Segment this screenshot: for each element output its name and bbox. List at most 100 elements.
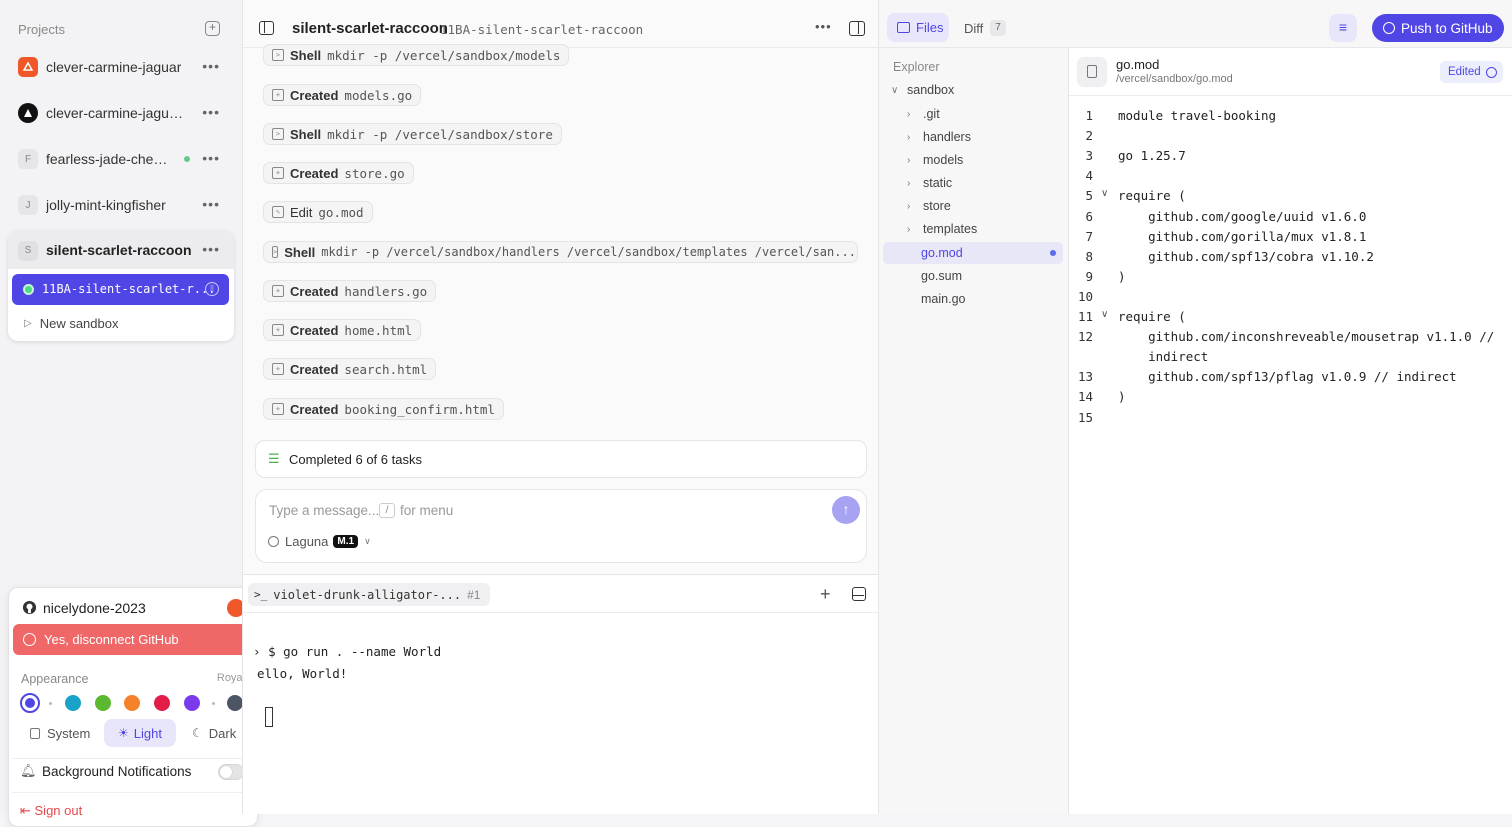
fold-chevron-icon[interactable]: ∨ (1101, 309, 1108, 320)
disconnect-github-button[interactable]: Yes, disconnect GitHub (13, 624, 253, 655)
theme-swatch[interactable] (124, 695, 140, 711)
model-icon (268, 536, 279, 547)
terminal-output: ello, World! (257, 666, 348, 681)
sun-icon: ☀ (118, 726, 129, 740)
more-icon[interactable]: ••• (202, 58, 220, 74)
tree-file[interactable]: main.go (879, 288, 1069, 310)
terminal-icon: > (272, 128, 284, 140)
tree-file-selected[interactable]: go.mod (883, 242, 1063, 264)
theme-name: Royal (216, 672, 245, 684)
tree-folder-root[interactable]: ∨ sandbox (879, 79, 1069, 101)
step-arg: handlers.go (344, 283, 428, 299)
tab-diff[interactable]: Diff (964, 21, 983, 36)
file-name: go.sum (921, 269, 962, 283)
tree-folder[interactable]: › templates (879, 218, 1069, 240)
panel-toggle-icon[interactable] (849, 21, 865, 36)
project-item[interactable]: F fearless-jade-cheet... ••• (8, 140, 234, 178)
appearance-label: Appearance (21, 672, 89, 686)
project-avatar: S (18, 241, 38, 261)
step-chip[interactable]: ✎ Edit go.mod (263, 201, 373, 223)
tasks-summary[interactable]: ☰ Completed 6 of 6 tasks (255, 440, 867, 478)
step-arg: models.go (344, 87, 413, 103)
code-line: go 1.25.7 (1118, 148, 1186, 164)
terminal-cursor (265, 707, 273, 727)
theme-swatch[interactable] (154, 695, 170, 711)
tab-files[interactable]: Files (887, 13, 949, 42)
sidebar-toggle-icon[interactable] (259, 21, 274, 35)
tree-folder[interactable]: › .git (879, 103, 1069, 125)
tree-file[interactable]: go.sum (879, 265, 1069, 287)
username: nicelydone-2023 (43, 600, 146, 616)
sign-out-button[interactable]: ⇤ Sign out (20, 803, 82, 819)
more-icon[interactable]: ••• (202, 196, 220, 212)
step-verb: Created (290, 165, 339, 181)
mode-system-button[interactable]: System (22, 719, 98, 747)
file-icon: + (272, 285, 284, 297)
theme-swatch[interactable] (184, 695, 200, 711)
step-chip[interactable]: + Created booking_confirm.html (263, 398, 504, 420)
more-icon[interactable]: ••• (815, 19, 832, 34)
terminal-panel: >_ violet-drunk-alligator-... #1 + › $ g… (243, 574, 878, 814)
message-composer: Type a message... / for menu ↑ Laguna M.… (255, 489, 867, 563)
push-label: Push to GitHub (1401, 20, 1493, 36)
step-chip[interactable]: > Shell mkdir -p /vercel/sandbox/models (263, 44, 570, 66)
terminal-tab[interactable]: >_ violet-drunk-alligator-... #1 (248, 583, 491, 606)
edit-icon: ✎ (272, 206, 284, 218)
project-item[interactable]: clever-carmine-jaguar ••• (8, 48, 234, 86)
line-number: 12 (1077, 329, 1093, 345)
step-chip[interactable]: > Shell mkdir -p /vercel/sandbox/store (263, 123, 562, 145)
theme-swatch[interactable] (65, 695, 81, 711)
step-chip[interactable]: + Created handlers.go (263, 280, 437, 302)
model-name: Laguna (285, 534, 329, 549)
tree-folder[interactable]: › models (879, 149, 1069, 171)
step-verb: Shell (290, 47, 322, 63)
tree-folder[interactable]: › store (879, 195, 1069, 217)
theme-swatch-selected[interactable] (20, 693, 40, 713)
step-chip[interactable]: + Created home.html (263, 319, 422, 341)
mode-light-label: Light (133, 725, 162, 741)
model-badge: M.1 (333, 535, 359, 548)
mode-light-button[interactable]: ☀ Light (104, 719, 176, 747)
step-verb: Shell (284, 244, 316, 260)
project-item[interactable]: J jolly-mint-kingfisher ••• (8, 186, 234, 224)
model-selector[interactable]: Laguna M.1 ∨ (268, 534, 371, 549)
theme-swatch[interactable] (227, 695, 243, 711)
add-project-icon[interactable]: + (205, 21, 220, 36)
tree-folder[interactable]: › static (879, 172, 1069, 194)
project-avatar: J (18, 195, 38, 215)
step-chip[interactable]: > Shell mkdir -p /vercel/sandbox/handlers … (263, 241, 858, 263)
notifications-toggle[interactable] (218, 764, 244, 780)
active-sandbox-item[interactable]: 11BA-silent-scarlet-r... || (12, 274, 229, 305)
wrap-lines-icon[interactable]: ≡ (1329, 14, 1357, 42)
step-chip[interactable]: + Created models.go (263, 84, 422, 106)
pause-icon[interactable]: || (205, 282, 219, 296)
push-to-github-button[interactable]: Push to GitHub (1372, 14, 1504, 42)
edited-badge[interactable]: Edited (1440, 61, 1503, 83)
more-icon[interactable]: ••• (202, 150, 220, 166)
bell-icon: 🔔︎ (20, 763, 37, 778)
add-terminal-icon[interactable]: + (820, 584, 831, 605)
mode-dark-label: Dark (208, 725, 237, 741)
step-chip[interactable]: + Created store.go (263, 162, 414, 184)
tree-folder[interactable]: › handlers (879, 126, 1069, 148)
step-verb: Created (290, 322, 339, 338)
fold-chevron-icon[interactable]: ∨ (1101, 188, 1108, 199)
project-name[interactable]: silent-scarlet-raccoon (46, 242, 192, 258)
step-chip[interactable]: + Created search.html (263, 358, 437, 380)
file-icon: + (272, 167, 284, 179)
new-sandbox-item[interactable]: ▷ New sandbox (12, 309, 229, 337)
folder-name: templates (923, 222, 978, 236)
message-input[interactable]: Type a message... (269, 503, 379, 518)
send-button[interactable]: ↑ (832, 496, 860, 524)
project-item[interactable]: clever-carmine-jaguar-... ••• (8, 94, 234, 132)
step-arg: home.html (344, 322, 413, 338)
theme-swatch[interactable] (95, 695, 111, 711)
line-number: 9 (1085, 268, 1093, 284)
editor-file-name: go.mod (1116, 57, 1160, 72)
more-icon[interactable]: ••• (202, 104, 220, 120)
mode-dark-button[interactable]: ☾ Dark (184, 719, 248, 747)
more-icon[interactable]: ••• (202, 241, 220, 257)
file-explorer: Explorer ∨ sandbox › .git › handlers › model… (879, 48, 1069, 814)
panel-bottom-icon[interactable] (852, 587, 866, 601)
line-number: 10 (1077, 288, 1093, 304)
